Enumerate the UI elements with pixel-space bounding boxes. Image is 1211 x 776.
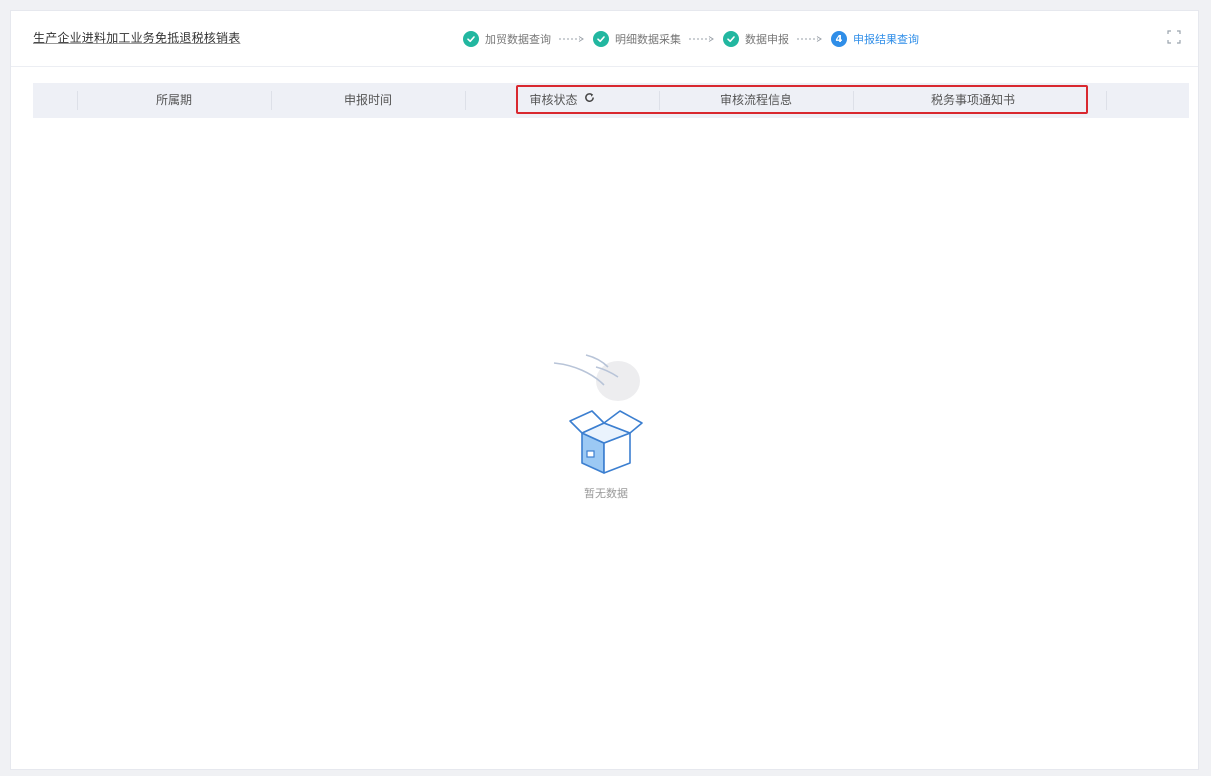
step-declare[interactable]: 数据申报: [723, 31, 789, 47]
step-connector: [689, 35, 715, 43]
step-label: 数据申报: [745, 33, 789, 46]
check-circle-icon: [593, 31, 609, 47]
top-bar: 生产企业进料加工业务免抵退税核销表 加贸数据查询 明细数据采集 数据申报 4 申…: [11, 11, 1198, 67]
step-collect[interactable]: 明细数据采集: [593, 31, 681, 47]
step-progress: 加贸数据查询 明细数据采集 数据申报 4 申报结果查询: [463, 27, 919, 51]
empty-state-text: 暂无数据: [584, 487, 628, 500]
highlight-box: [516, 85, 1088, 114]
step-result[interactable]: 4 申报结果查询: [831, 31, 919, 47]
report-panel: 生产企业进料加工业务免抵退税核销表 加贸数据查询 明细数据采集 数据申报 4 申…: [10, 10, 1199, 770]
empty-box-icon: [553, 354, 643, 474]
step-number: 4: [831, 31, 847, 47]
empty-state: 暂无数据: [546, 351, 666, 501]
column-header-period: 所属期: [155, 93, 192, 107]
column-header-declare-time: 申报时间: [343, 93, 392, 107]
step-label: 申报结果查询: [853, 33, 919, 46]
step-query[interactable]: 加贸数据查询: [463, 31, 551, 47]
column-divider: [1106, 91, 1107, 110]
step-connector: [559, 35, 585, 43]
check-circle-icon: [463, 31, 479, 47]
check-circle-icon: [723, 31, 739, 47]
fullscreen-icon[interactable]: [1166, 29, 1182, 45]
step-label: 明细数据采集: [615, 33, 681, 46]
step-label: 加贸数据查询: [485, 33, 551, 46]
page-title[interactable]: 生产企业进料加工业务免抵退税核销表: [33, 29, 240, 46]
step-connector: [797, 35, 823, 43]
